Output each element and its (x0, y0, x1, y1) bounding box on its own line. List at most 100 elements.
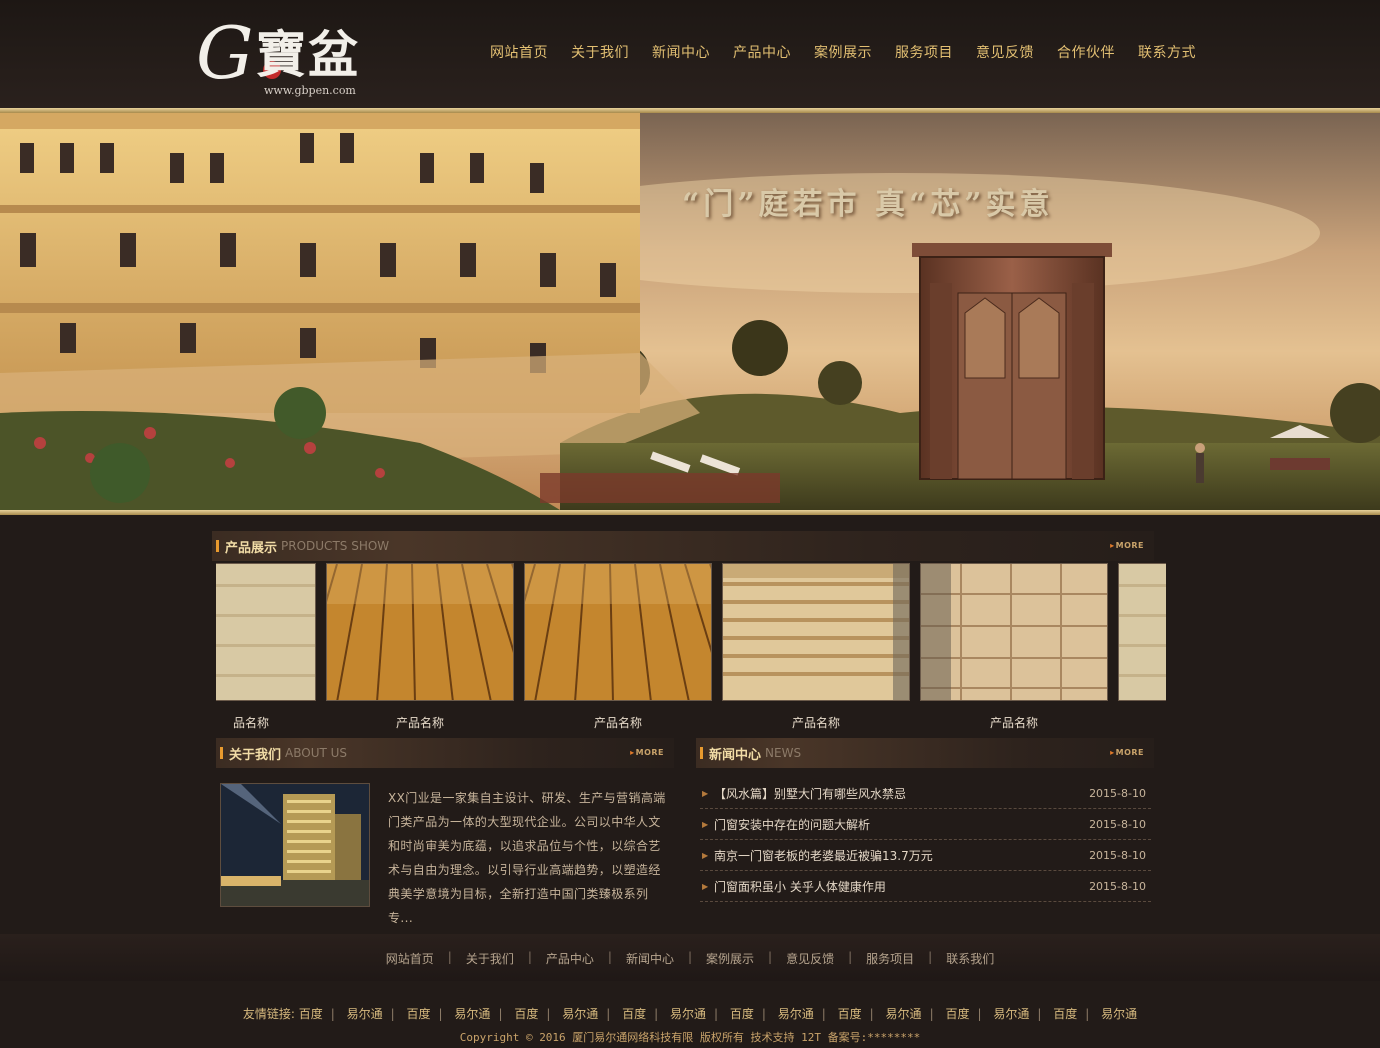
products-title: 产品展示 (225, 540, 278, 556)
main-nav: 网站首页 关于我们 新闻中心 产品中心 案例展示 服务项目 意见反馈 合作伙伴 … (490, 42, 1219, 62)
news-item[interactable]: ▶ 门窗安装中存在的问题大解析 2015-8-10 (700, 809, 1151, 840)
product-card[interactable]: 产品名称 (722, 563, 910, 731)
nav-about[interactable]: 关于我们 (571, 42, 629, 62)
friend-link-separator: | (714, 1007, 719, 1021)
friend-link-separator: | (330, 1007, 335, 1021)
banner-slogan: “门”庭若市 真“芯”实意 (682, 187, 1054, 222)
hero-banner[interactable]: “门”庭若市 真“芯”实意 (0, 113, 1380, 510)
friend-link[interactable]: 百度 (838, 1007, 862, 1021)
about-subtitle: ABOUT US (285, 746, 348, 760)
product-card[interactable]: 产品名称 (920, 563, 1108, 731)
footer-link-contact[interactable]: 联系我们 (946, 950, 994, 967)
friend-link-separator: | (977, 1007, 982, 1021)
product-image[interactable] (1118, 563, 1166, 701)
news-item[interactable]: ▶ 门窗面积虽小 关乎人体健康作用 2015-8-10 (700, 871, 1151, 902)
friend-link-separator: | (438, 1007, 443, 1021)
footer-link-cases[interactable]: 案例展示 (706, 950, 754, 967)
friend-link-separator: | (929, 1007, 934, 1021)
product-card-partial-right[interactable] (1118, 563, 1166, 701)
news-item[interactable]: ▶ 【风水篇】别墅大门有哪些风水禁忌 2015-8-10 (700, 778, 1151, 809)
news-item[interactable]: ▶ 南京一门窗老板的老婆最近被骗13.7万元 2015-8-10 (700, 840, 1151, 871)
news-more-link[interactable]: MORE (1110, 748, 1144, 757)
friend-link[interactable]: 易尔通 (1101, 1007, 1137, 1021)
footer-link-products[interactable]: 产品中心 (546, 950, 594, 967)
footer-separator: | (447, 950, 452, 964)
bullet-arrow-icon: ▶ (702, 850, 709, 860)
friend-link[interactable]: 百度 (1053, 1007, 1077, 1021)
news-item-title[interactable]: 【风水篇】别墅大门有哪些风水禁忌 (714, 785, 1089, 802)
product-card-partial-left[interactable]: 品名称 (216, 563, 316, 731)
nav-cases[interactable]: 案例展示 (814, 42, 872, 62)
friend-link[interactable]: 易尔通 (454, 1007, 490, 1021)
bullet-arrow-icon: ▶ (702, 881, 709, 891)
friend-link-separator: | (869, 1007, 874, 1021)
lumber-stack-image[interactable] (722, 563, 910, 701)
friend-link[interactable]: 易尔通 (670, 1007, 706, 1021)
wood-floor-image[interactable] (326, 563, 514, 701)
nav-services[interactable]: 服务项目 (895, 42, 953, 62)
section-marker (216, 540, 219, 552)
footer-link-news[interactable]: 新闻中心 (626, 950, 674, 967)
product-card[interactable]: 产品名称 (524, 563, 712, 731)
footer-separator: | (768, 950, 773, 964)
product-name[interactable]: 产品名称 (722, 714, 910, 731)
footer-separator: | (687, 950, 693, 964)
news-subtitle: NEWS (765, 746, 802, 760)
friend-link[interactable]: 百度 (514, 1007, 538, 1021)
svg-text:G: G (196, 11, 254, 95)
about-more-link[interactable]: MORE (630, 748, 664, 757)
news-item-title[interactable]: 门窗安装中存在的问题大解析 (714, 816, 1089, 833)
svg-text:寶: 寶 (256, 25, 306, 84)
friend-link[interactable]: 易尔通 (778, 1007, 814, 1021)
products-carousel: 品名称 产品名称 产品名称 产品名称 产品名称 (216, 563, 1166, 733)
footer-separator: | (527, 950, 532, 964)
nav-partners[interactable]: 合作伙伴 (1057, 42, 1115, 62)
friend-link-separator: | (390, 1007, 395, 1021)
news-item-date: 2015-8-10 (1089, 848, 1146, 862)
wood-floor-image[interactable] (524, 563, 712, 701)
section-marker (220, 747, 223, 759)
lumber-ends-image[interactable] (920, 563, 1108, 701)
footer-link-feedback[interactable]: 意见反馈 (786, 950, 834, 967)
banner-image (0, 113, 1380, 510)
friend-link[interactable]: 百度 (299, 1007, 323, 1021)
news-title: 新闻中心 (709, 747, 762, 763)
nav-products[interactable]: 产品中心 (733, 42, 791, 62)
friend-link-separator: | (498, 1007, 503, 1021)
nav-news[interactable]: 新闻中心 (652, 42, 710, 62)
friend-link[interactable]: 百度 (622, 1007, 646, 1021)
footer-link-home[interactable]: 网站首页 (386, 950, 434, 967)
nav-home[interactable]: 网站首页 (490, 42, 548, 62)
product-card[interactable]: 产品名称 (326, 563, 514, 731)
product-name[interactable]: 产品名称 (524, 714, 712, 731)
about-section-header: 关于我们 ABOUT US MORE (216, 738, 674, 768)
site-header: G 寶 盆 www.gbpen.com 网站首页 关于我们 新闻中心 产品中心 … (0, 0, 1380, 108)
news-item-title[interactable]: 南京一门窗老板的老婆最近被骗13.7万元 (714, 847, 1089, 864)
footer-link-services[interactable]: 服务项目 (866, 950, 914, 967)
section-marker (700, 747, 703, 759)
friend-link[interactable]: 易尔通 (886, 1007, 922, 1021)
friend-links: 友情链接: 百度 | 易尔通 | 百度 | 易尔通 | 百度 | 易尔通 | 百度 | 易尔通… (0, 1005, 1380, 1022)
footer-link-about[interactable]: 关于我们 (466, 950, 514, 967)
product-name[interactable]: 产品名称 (326, 714, 514, 731)
news-item-title[interactable]: 门窗面积虽小 关乎人体健康作用 (714, 878, 1089, 895)
nav-contact[interactable]: 联系方式 (1138, 42, 1196, 62)
friend-links-label: 友情链接: (242, 1007, 295, 1021)
products-section-header: 产品展示 PRODUCTS SHOW MORE (212, 531, 1154, 561)
friend-link-separator: | (821, 1007, 826, 1021)
products-more-link[interactable]: MORE (1110, 541, 1144, 550)
friend-link[interactable]: 百度 (730, 1007, 754, 1021)
nav-feedback[interactable]: 意见反馈 (976, 42, 1034, 62)
friend-link[interactable]: 百度 (945, 1007, 969, 1021)
product-image[interactable] (216, 563, 316, 701)
product-name[interactable]: 产品名称 (920, 714, 1108, 731)
friend-link[interactable]: 百度 (407, 1007, 431, 1021)
friend-link[interactable]: 易尔通 (562, 1007, 598, 1021)
friend-link[interactable]: 易尔通 (347, 1007, 383, 1021)
copyright-text: Copyright © 2016 厦门易尔通网络科技有限 版权所有 技术支持 1… (459, 1031, 921, 1044)
friend-link[interactable]: 易尔通 (993, 1007, 1029, 1021)
friend-link-separator: | (654, 1007, 659, 1021)
friend-link-separator: | (1037, 1007, 1042, 1021)
company-building-image[interactable] (220, 783, 370, 907)
product-name[interactable]: 品名称 (216, 714, 316, 731)
